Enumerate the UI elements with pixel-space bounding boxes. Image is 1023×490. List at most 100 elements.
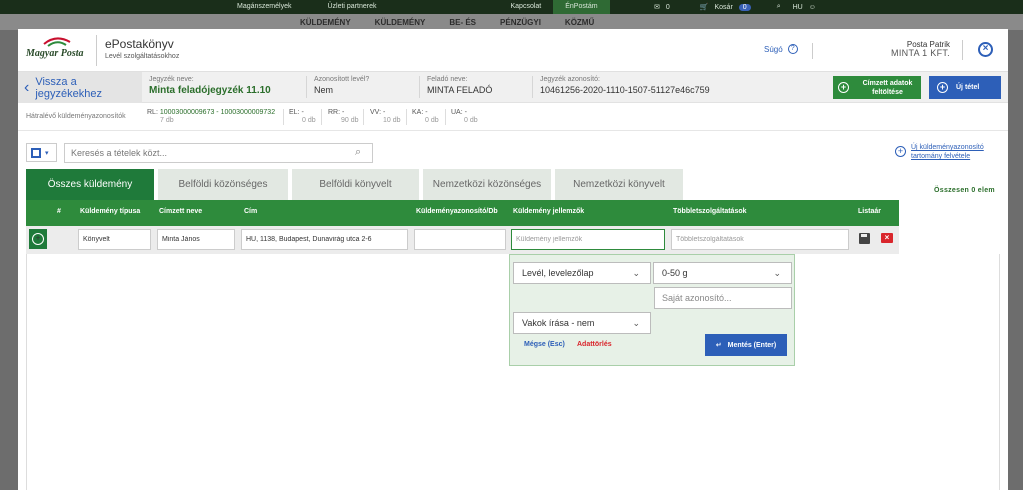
col-shipment-id: Küldeményazonosító/Db	[416, 208, 498, 215]
shipment-type-value: Levél, levelezőlap	[522, 268, 594, 278]
add-row-button[interactable]: +	[29, 229, 47, 249]
count-key: RL:	[147, 109, 158, 116]
address-input[interactable]	[241, 229, 408, 250]
cart-count: 0	[738, 3, 751, 11]
chevron-down-icon: ⌄	[632, 318, 640, 328]
count-key: EL:	[289, 109, 300, 116]
col-features: Küldemény jellemzők	[513, 208, 585, 215]
count-value: -	[464, 109, 467, 116]
question-icon: ?	[787, 44, 798, 54]
count-db: 0 db	[464, 117, 478, 124]
count-rl: RL: 10003000009673 - 10003000009732 7 db	[147, 109, 275, 124]
clear-data-link[interactable]: Adattörlés	[577, 341, 612, 348]
count-divider	[363, 109, 364, 125]
count-value: -	[382, 109, 386, 116]
app-title: ePostakönyv	[105, 37, 174, 51]
site-top-right: ✉ 0 🛒 Kosár 0 ⌕ HU ☺	[654, 0, 816, 14]
chevron-down-icon: ⌄	[773, 268, 781, 278]
search-input[interactable]	[64, 143, 373, 163]
table-row: + ×	[26, 226, 899, 254]
field-value: Minta feladójegyzék 11.10	[149, 85, 271, 96]
tab-international-registered[interactable]: Nemzetközi könyvelt	[555, 169, 683, 200]
field-value: Nem	[314, 85, 334, 95]
search-icon[interactable]: ⌕	[355, 146, 361, 159]
count-db: 7 db	[160, 117, 174, 124]
envelope-icon: ✉	[654, 4, 660, 11]
add-id-range-label: Új küldeményazonosító tartomány felvétel…	[911, 144, 984, 160]
count-key: VV:	[370, 109, 382, 116]
recipient-input[interactable]	[157, 229, 235, 250]
count-rr: RR: - 90 db	[328, 109, 359, 124]
col-recipient: Címzett neve	[159, 208, 203, 215]
mainnav-item: PÉNZÜGYI	[500, 18, 541, 27]
braille-select[interactable]: Vakok írása - nem ⌄	[513, 312, 651, 334]
topnav-enpostam: ÉnPostám	[553, 0, 610, 14]
help-link[interactable]: Súgó ?	[764, 44, 798, 54]
close-button[interactable]: ×	[978, 42, 993, 57]
count-divider	[445, 109, 446, 125]
topnav-contact: Kapcsolat	[510, 3, 542, 10]
count-divider	[321, 109, 322, 125]
count-divider	[406, 109, 407, 125]
sender-name-field: Feladó neve: MINTA FELADÓ	[427, 76, 492, 95]
count-ua: UA: - 0 db	[451, 109, 478, 124]
count-value: 10003000009673 - 10003000009732	[159, 109, 276, 116]
list-id-field: Jegyzék azonosító: 10461256-2020-1110-15…	[540, 76, 710, 95]
upload-recipients-button[interactable]: + Címzett adatok feltöltése	[833, 76, 921, 99]
logo-text: Magyar Posta	[26, 48, 84, 59]
mainnav-item: KÖZMŰ	[564, 18, 595, 27]
cart-icon: 🛒	[699, 4, 709, 11]
plus-circle-icon: +	[32, 233, 44, 245]
features-popup: Levél, levelezőlap ⌄ 0-50 g ⌄ Vakok írás…	[509, 254, 795, 366]
table-header: # Küldemény típusa Címzett neve Cím Küld…	[26, 200, 899, 226]
weight-value: 0-50 g	[662, 268, 688, 278]
col-price: Listaár	[858, 208, 881, 215]
own-id-input[interactable]	[654, 287, 792, 309]
count-key: RR:	[328, 109, 341, 116]
tab-international-ordinary[interactable]: Nemzetközi közönséges	[423, 169, 551, 200]
shipment-type-select[interactable]: Levél, levelezőlap ⌄	[513, 262, 651, 284]
count-value: -	[425, 109, 428, 116]
tab-all-shipments[interactable]: Összes küldemény	[26, 169, 154, 200]
select-all-dropdown[interactable]: ▾	[26, 143, 57, 162]
count-db: 10 db	[383, 117, 401, 124]
chevron-left-icon: ‹	[24, 78, 30, 96]
add-id-range-link[interactable]: + Új küldeményazonosító tartomány felvét…	[895, 143, 991, 161]
shipment-id-input[interactable]	[414, 229, 506, 250]
field-value: 10461256-2020-1110-1507-51127e46c759	[540, 85, 710, 95]
header-divider	[962, 40, 963, 60]
col-address: Cím	[244, 208, 258, 215]
extras-input[interactable]	[671, 229, 849, 250]
field-value: MINTA FELADÓ	[427, 85, 493, 95]
save-button[interactable]: ↵ Mentés (Enter)	[705, 334, 787, 356]
remaining-ids-label: Hátralévő küldeményazonosítók	[26, 113, 126, 120]
cart-label: Kosár	[714, 3, 733, 11]
count-el: EL: - 0 db	[289, 109, 316, 124]
plus-circle-icon: +	[895, 146, 906, 157]
topnav-business: Üzleti partnerek	[327, 3, 377, 10]
select-all-checkbox[interactable]	[31, 147, 41, 158]
field-label: Feladó neve:	[427, 76, 468, 83]
weight-select[interactable]: 0-50 g ⌄	[653, 262, 792, 284]
features-input[interactable]	[511, 229, 665, 250]
back-label: Vissza a jegyzékekhez	[35, 75, 102, 100]
count-value: -	[342, 109, 345, 116]
close-icon: ×	[982, 43, 989, 54]
user-company: MINTA 1 KFT.	[891, 48, 950, 58]
count-value: -	[301, 109, 304, 116]
save-icon[interactable]	[859, 233, 870, 244]
back-to-lists-link[interactable]: ‹ Vissza a jegyzékekhez	[18, 72, 142, 103]
count-key: KA:	[412, 109, 424, 116]
tab-domestic-registered[interactable]: Belföldi könyvelt	[292, 169, 419, 200]
delete-icon[interactable]: ×	[881, 233, 893, 243]
type-input[interactable]	[78, 229, 151, 250]
cancel-link[interactable]: Mégse (Esc)	[524, 341, 565, 348]
col-type: Küldemény típusa	[80, 208, 141, 215]
field-divider	[306, 76, 307, 98]
count-db: 0 db	[302, 117, 316, 124]
count-vv: VV: - 10 db	[370, 109, 401, 124]
mainnav-item: BE- ÉS	[449, 18, 477, 27]
header-divider	[812, 43, 813, 59]
tab-domestic-ordinary[interactable]: Belföldi közönséges	[158, 169, 288, 200]
new-item-button[interactable]: + Új tétel	[929, 76, 1001, 99]
